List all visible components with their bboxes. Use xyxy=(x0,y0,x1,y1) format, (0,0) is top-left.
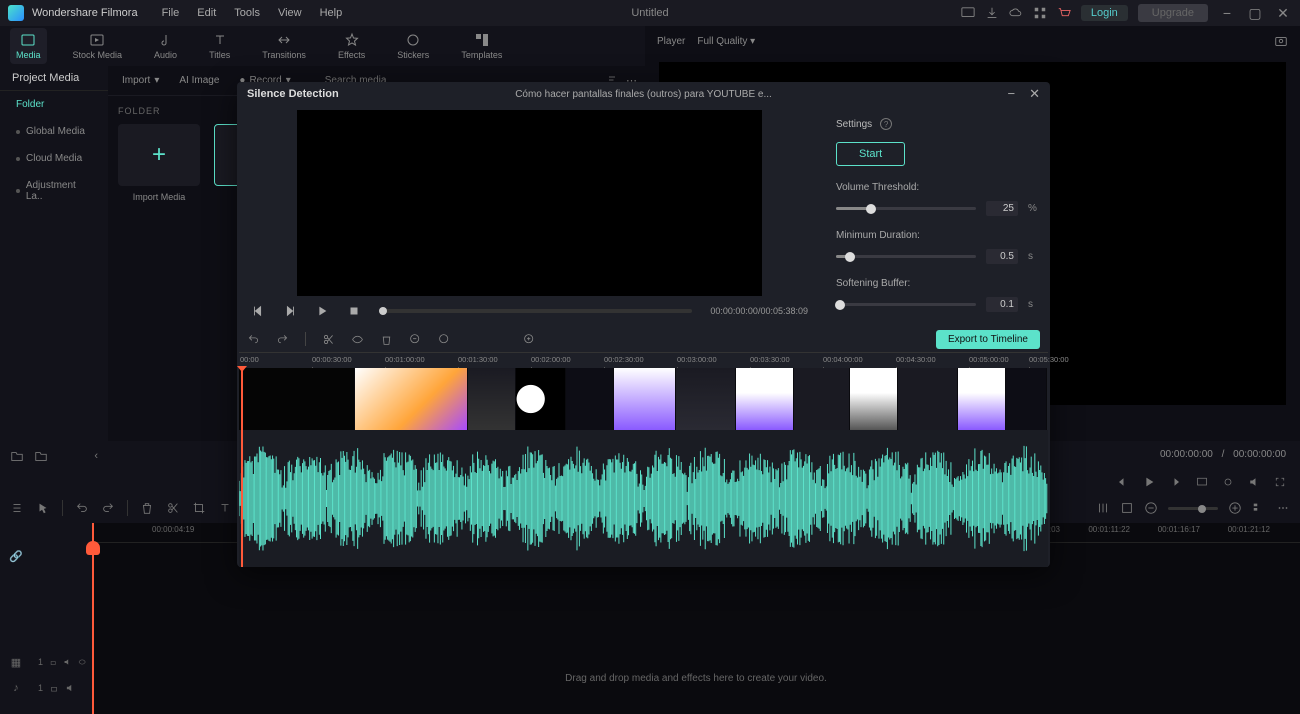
step-back-icon[interactable] xyxy=(251,304,265,318)
softening-buffer-value[interactable]: 0.1 xyxy=(986,297,1018,312)
dialog-timeline-ruler[interactable]: 00:00 00:00:30:00 00:01:00:00 00:01:30:0… xyxy=(239,352,1048,368)
dialog-timeline[interactable]: 00:00 00:00:30:00 00:01:00:00 00:01:30:0… xyxy=(237,352,1050,567)
dialog-scrubber[interactable] xyxy=(379,309,692,313)
unit-label: % xyxy=(1028,203,1040,214)
softening-buffer-label: Softening Buffer: xyxy=(836,278,1040,289)
dialog-subtitle: Cómo hacer pantallas finales (outros) pa… xyxy=(515,89,772,100)
volume-threshold-slider[interactable] xyxy=(836,207,976,210)
silence-detection-dialog: Silence Detection Cómo hacer pantallas f… xyxy=(237,82,1050,567)
dialog-audio-waveform[interactable] xyxy=(239,430,1048,567)
play-icon[interactable] xyxy=(315,304,329,318)
dialog-video-track[interactable] xyxy=(239,368,1048,430)
dialog-title: Silence Detection xyxy=(247,88,339,100)
export-timeline-button[interactable]: Export to Timeline xyxy=(936,330,1040,349)
min-duration-value[interactable]: 0.5 xyxy=(986,249,1018,264)
softening-buffer-slider[interactable] xyxy=(836,303,976,306)
min-duration-label: Minimum Duration: xyxy=(836,230,1040,241)
settings-label: Settings xyxy=(836,119,872,130)
dialog-toolbar: Export to Timeline xyxy=(237,326,1050,352)
help-icon[interactable]: ? xyxy=(880,118,892,130)
dialog-preview xyxy=(297,110,762,296)
dialog-close-button[interactable]: ✕ xyxy=(1029,86,1040,102)
undo-icon[interactable] xyxy=(247,333,260,346)
dialog-playhead[interactable] xyxy=(241,368,243,567)
dialog-minimize-button[interactable]: − xyxy=(1008,86,1016,102)
unit-label: s xyxy=(1028,299,1040,310)
volume-threshold-value[interactable]: 25 xyxy=(986,201,1018,216)
delete-icon[interactable] xyxy=(380,333,393,346)
volume-threshold-label: Volume Threshold: xyxy=(836,182,1040,193)
redo-icon[interactable] xyxy=(276,333,289,346)
play-forward-icon[interactable] xyxy=(283,304,297,318)
zoom-fit-icon[interactable] xyxy=(438,333,451,346)
unit-label: s xyxy=(1028,251,1040,262)
zoom-out-icon[interactable] xyxy=(409,333,422,346)
dialog-time-total: 00:05:38:09 xyxy=(760,306,808,316)
zoom-in-icon[interactable] xyxy=(523,333,536,346)
cut-icon[interactable] xyxy=(322,333,335,346)
dialog-time-current: 00:00:00:00 xyxy=(710,306,758,316)
hide-icon[interactable] xyxy=(351,333,364,346)
start-button[interactable]: Start xyxy=(836,142,905,166)
stop-icon[interactable] xyxy=(347,304,361,318)
min-duration-slider[interactable] xyxy=(836,255,976,258)
